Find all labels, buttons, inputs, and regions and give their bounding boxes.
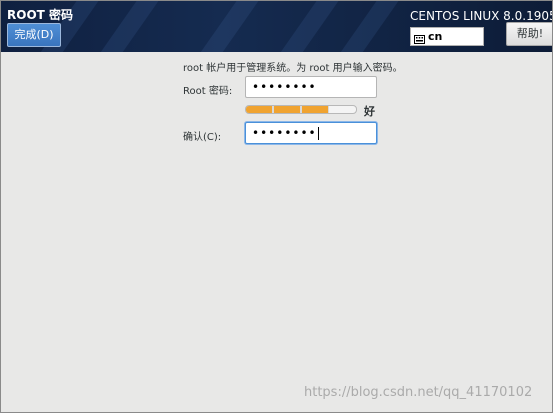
- header-bar: ROOT 密码 完成(D) CENTOS LINUX 8.0.1905 安装 c…: [1, 1, 552, 52]
- watermark: https://blog.csdn.net/qq_41170102: [304, 385, 533, 400]
- password-strength-fill: [246, 106, 329, 113]
- password-strength-label: 好: [364, 105, 375, 118]
- confirm-password-field[interactable]: ••••••••: [245, 122, 377, 144]
- root-password-field[interactable]: ••••••••: [245, 76, 377, 98]
- keyboard-layout-label: cn: [428, 30, 443, 43]
- help-button[interactable]: 帮助!: [506, 22, 552, 46]
- password-strength-meter: [245, 105, 357, 114]
- installer-window: ROOT 密码 完成(D) CENTOS LINUX 8.0.1905 安装 c…: [0, 0, 553, 413]
- instructions-text: root 帐户用于管理系统。为 root 用户输入密码。: [183, 63, 403, 74]
- done-button[interactable]: 完成(D): [7, 23, 61, 47]
- keyboard-layout-indicator[interactable]: cn: [410, 27, 484, 46]
- confirm-password-label: 确认(C):: [183, 132, 222, 143]
- page-title: ROOT 密码: [7, 8, 74, 22]
- confirm-password-value: ••••••••: [252, 126, 317, 140]
- keyboard-icon: [414, 32, 425, 49]
- root-password-value: ••••••••: [252, 80, 317, 94]
- root-password-label: Root 密码:: [183, 86, 233, 97]
- text-cursor: [317, 127, 319, 140]
